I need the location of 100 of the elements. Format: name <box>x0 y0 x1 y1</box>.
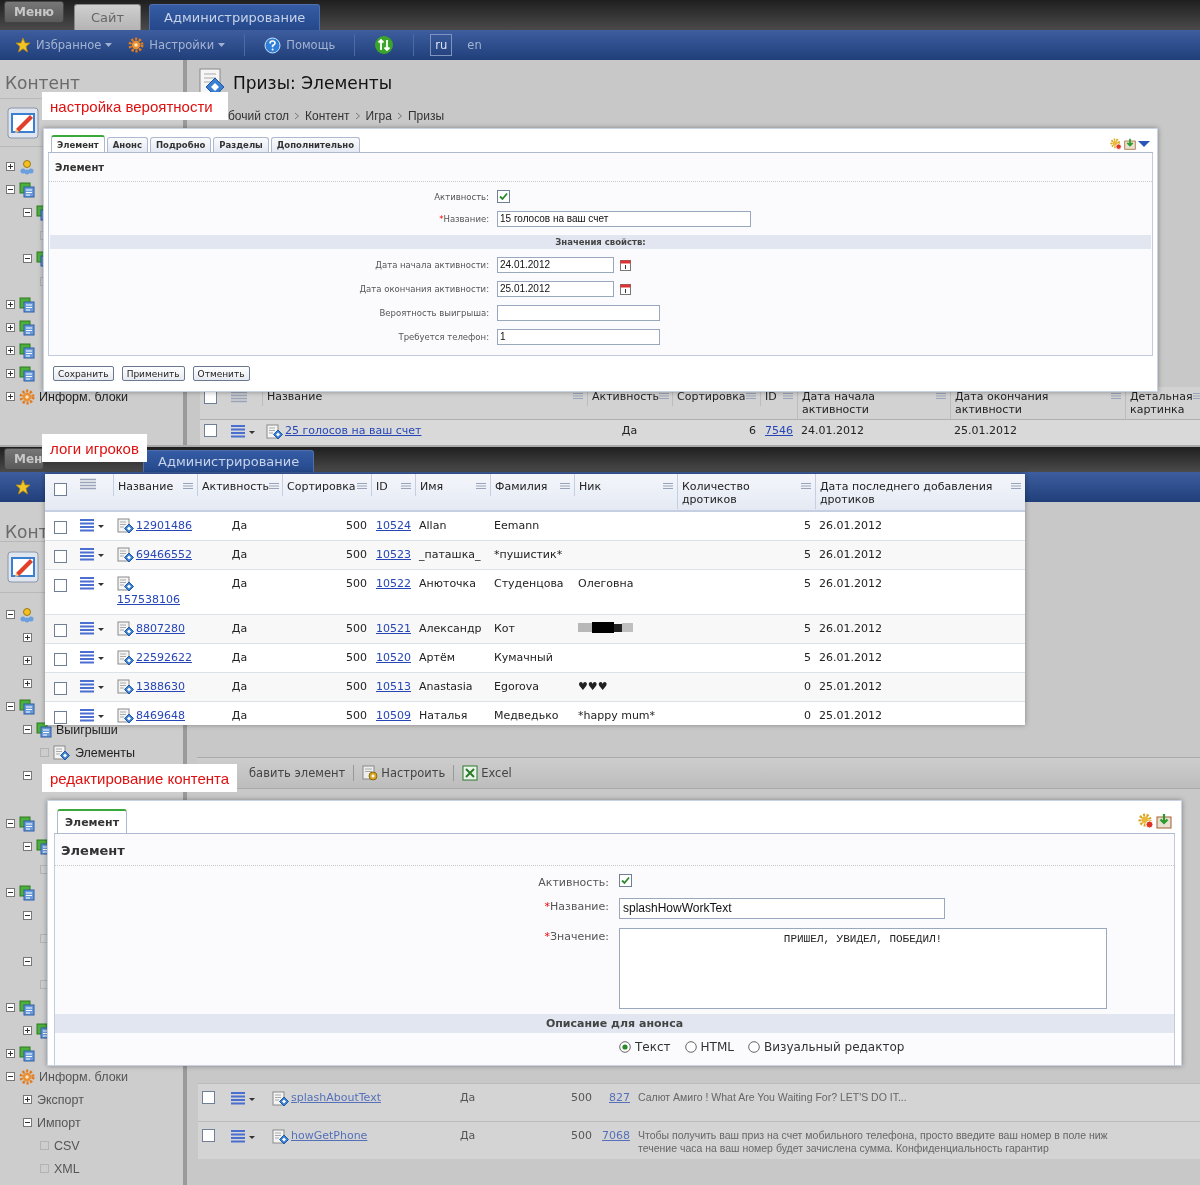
row-menu-icon[interactable] <box>79 650 105 664</box>
collapse-icon[interactable] <box>23 771 32 780</box>
tree-item[interactable]: Информ. блоки <box>38 389 129 404</box>
expand-icon[interactable] <box>6 162 15 171</box>
tab[interactable]: Анонс <box>106 137 148 152</box>
collapse-icon[interactable] <box>23 911 32 920</box>
collapse-icon[interactable] <box>23 842 32 851</box>
id-link[interactable]: 10509 <box>376 708 411 724</box>
tab[interactable]: Подробно <box>149 137 212 152</box>
id-link[interactable]: 10521 <box>376 621 411 637</box>
row-checkbox[interactable] <box>204 424 217 437</box>
expand-icon[interactable] <box>6 392 15 401</box>
breadcrumb-link[interactable]: Игра <box>365 109 392 123</box>
collapse-icon[interactable] <box>6 819 15 828</box>
collapse-icon[interactable] <box>6 888 15 897</box>
column-header[interactable]: Сортировка <box>282 474 371 496</box>
tree-item[interactable]: CSV <box>53 1138 80 1153</box>
tab[interactable]: Элемент <box>51 135 105 152</box>
expand-icon[interactable] <box>6 369 15 378</box>
row-menu-icon[interactable] <box>230 424 256 438</box>
column-header[interactable]: Фамилия <box>490 474 574 496</box>
expand-icon[interactable] <box>23 656 32 665</box>
checkbox[interactable] <box>619 874 632 887</box>
element-link[interactable]: 25 голосов на ваш счет <box>285 424 422 437</box>
tab[interactable]: Элемент <box>57 809 128 833</box>
row-checkbox[interactable] <box>54 711 67 724</box>
row-checkbox[interactable] <box>202 1091 215 1104</box>
language-option[interactable]: ru <box>430 34 453 56</box>
row-menu-icon[interactable] <box>79 518 105 532</box>
row-menu-icon[interactable] <box>79 621 105 635</box>
id-link[interactable]: 7546 <box>765 424 793 437</box>
column-header[interactable]: Количество дротиков <box>677 474 815 509</box>
calendar-icon[interactable] <box>620 259 631 271</box>
row-checkbox[interactable] <box>54 521 67 534</box>
input-field[interactable]: 15 голосов на ваш счет <box>497 211 751 227</box>
element-link[interactable]: 1388630 <box>136 679 185 695</box>
collapse-icon[interactable] <box>6 610 15 619</box>
tree-item[interactable]: XML <box>53 1161 80 1176</box>
id-link[interactable]: 10520 <box>376 650 411 666</box>
download-icon[interactable] <box>1124 137 1136 150</box>
tab[interactable]: Разделы <box>213 137 269 152</box>
tab[interactable]: Администрирование <box>149 4 321 30</box>
radio-option[interactable]: HTML <box>684 1040 734 1054</box>
radio-button[interactable] <box>619 1041 631 1053</box>
expand-icon[interactable] <box>23 633 32 642</box>
expand-icon[interactable] <box>6 300 15 309</box>
edit-icon[interactable] <box>7 106 39 139</box>
element-link[interactable]: 8807280 <box>136 621 185 637</box>
expand-icon[interactable] <box>23 679 32 688</box>
collapse-icon[interactable] <box>23 1118 32 1127</box>
tree-item[interactable]: Информ. блоки <box>38 1069 129 1084</box>
column-header[interactable]: Имя <box>415 474 490 496</box>
favorites-menu[interactable]: Избранное <box>12 37 116 53</box>
collapse-icon[interactable] <box>6 185 15 194</box>
row-menu-icon[interactable] <box>79 679 105 693</box>
tree-item[interactable]: Выигрыши <box>55 722 118 737</box>
radio-option[interactable]: Текст <box>619 1040 671 1054</box>
edit-icon[interactable] <box>7 551 39 583</box>
tree-item[interactable]: Экспорт <box>36 1092 84 1107</box>
tree-item[interactable]: Элементы <box>74 745 135 760</box>
row-menu-icon[interactable] <box>230 1091 256 1105</box>
collapse-icon[interactable] <box>6 1072 15 1081</box>
id-link[interactable]: 10523 <box>376 547 411 563</box>
tab[interactable]: Дополнительно <box>270 137 360 152</box>
action-button[interactable]: Excel <box>462 765 512 781</box>
row-menu-icon[interactable] <box>79 708 105 722</box>
input-field[interactable]: 24.01.2012 <box>497 257 614 273</box>
row-checkbox[interactable] <box>54 682 67 695</box>
element-link[interactable]: 69466552 <box>136 547 192 563</box>
expand-icon[interactable] <box>23 1095 32 1104</box>
element-link[interactable]: 8469648 <box>136 708 185 724</box>
collapse-icon[interactable] <box>23 208 32 217</box>
row-checkbox[interactable] <box>54 653 67 666</box>
expand-icon[interactable] <box>6 323 15 332</box>
tree-item[interactable]: Импорт <box>36 1115 81 1130</box>
column-header[interactable]: Название <box>113 474 197 496</box>
id-link[interactable]: 10513 <box>376 679 411 695</box>
form-button[interactable]: Отменить <box>192 366 250 381</box>
column-header[interactable]: Ник <box>574 474 677 496</box>
settings-icon[interactable] <box>1138 813 1154 829</box>
radio-button[interactable] <box>684 1041 697 1053</box>
text-area[interactable]: ПРИШЕЛ, УВИДЕЛ, ПОБЕДИЛ! <box>619 928 1107 1009</box>
expand-icon[interactable] <box>23 1026 32 1035</box>
breadcrumb-link[interactable]: Контент <box>305 109 350 123</box>
calendar-icon[interactable] <box>620 283 631 295</box>
download-icon[interactable] <box>1156 813 1172 829</box>
row-checkbox[interactable] <box>54 624 67 637</box>
row-menu-icon[interactable] <box>230 1129 256 1143</box>
collapse-icon[interactable] <box>6 1003 15 1012</box>
collapse-icon[interactable] <box>23 254 32 263</box>
row-checkbox[interactable] <box>54 550 67 563</box>
expand-icon[interactable] <box>6 346 15 355</box>
id-link[interactable]: 10522 <box>376 576 411 592</box>
action-button[interactable]: Настроить <box>362 765 446 781</box>
input-field[interactable] <box>497 305 660 321</box>
expand-icon[interactable] <box>6 1049 15 1058</box>
column-header[interactable]: Дата последнего добавления дротиков <box>815 474 1025 509</box>
settings-menu[interactable]: Настройки <box>125 37 229 53</box>
select-all-checkbox[interactable] <box>54 483 67 496</box>
language-option[interactable]: en <box>462 34 487 56</box>
